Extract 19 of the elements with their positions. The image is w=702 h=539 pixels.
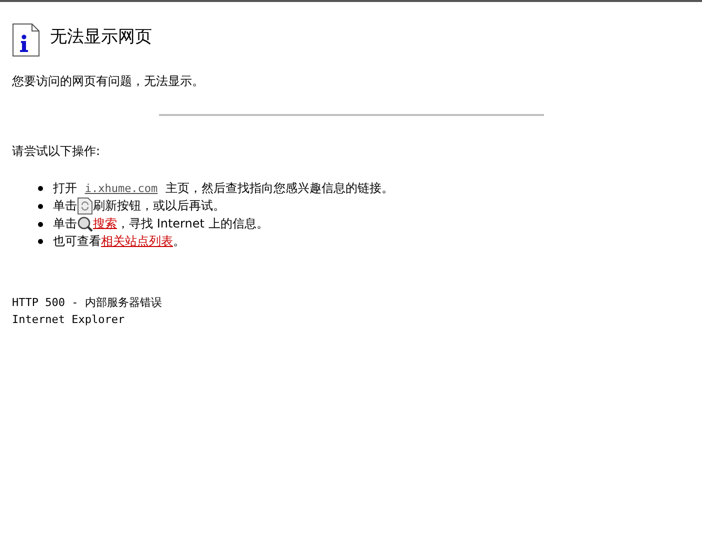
link[interactable]: 相关站点列表 (101, 234, 173, 248)
suggestion-text: 也可查看相关站点列表。 (53, 233, 185, 250)
page-title: 无法显示网页 (50, 26, 152, 48)
suggestion-text: 单击 刷新按钮，或以后再试。 (53, 197, 225, 215)
error-message: 您要访问的网页有问题，无法显示。 (12, 73, 205, 90)
bullet-icon (38, 186, 43, 191)
bullet-icon (38, 239, 43, 244)
suggestion-text: 打开 i.xhume.com 主页，然后查找指向您感兴趣信息的链接。 (53, 180, 394, 197)
bullet-icon (38, 222, 43, 226)
bullet-icon (38, 204, 43, 208)
browser-name: Internet Explorer (12, 312, 126, 328)
instruction-text: 请尝试以下操作: (12, 143, 102, 160)
search-icon (77, 215, 93, 233)
info-icon (12, 23, 40, 57)
refresh-icon (77, 197, 93, 215)
error-code: HTTP 500 - 内部服务器错误 (12, 295, 163, 311)
suggestion-text: 单击 搜索，寻找 Internet 上的信息。 (53, 215, 268, 233)
link[interactable]: 搜索 (93, 216, 117, 230)
url-link[interactable]: i.xhume.com (84, 182, 158, 195)
